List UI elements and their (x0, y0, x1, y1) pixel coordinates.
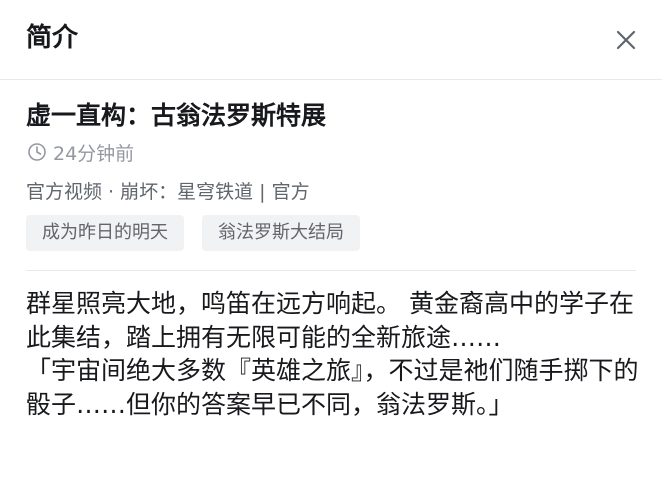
panel-title: 简介 (26, 23, 79, 53)
clock-icon (28, 143, 46, 161)
close-icon[interactable] (608, 22, 644, 58)
divider (26, 270, 636, 271)
tag-chip[interactable]: 翁法罗斯大结局 (202, 215, 360, 251)
tag-list: 成为昨日的明天 翁法罗斯大结局 (26, 215, 360, 251)
panel-header: 简介 (0, 0, 662, 80)
tag-chip[interactable]: 成为昨日的明天 (26, 215, 184, 251)
video-description: 群星照亮大地，鸣笛在远方响起。 黄金裔高中的学子在此集结，踏上拥有无限可能的全新… (26, 289, 639, 419)
video-category[interactable]: 官方视频 · 崩坏：星穹铁道 | 官方 (26, 176, 310, 204)
category-text[interactable]: 官方视频 · 崩坏：星穹铁道 | 官方 (26, 177, 310, 204)
close-button[interactable] (608, 22, 644, 58)
time-ago-text: 24分钟前 (53, 142, 135, 165)
publish-time: 24分钟前 (27, 138, 134, 166)
video-title: 虚一直构：古翁法罗斯特展 (26, 101, 327, 130)
